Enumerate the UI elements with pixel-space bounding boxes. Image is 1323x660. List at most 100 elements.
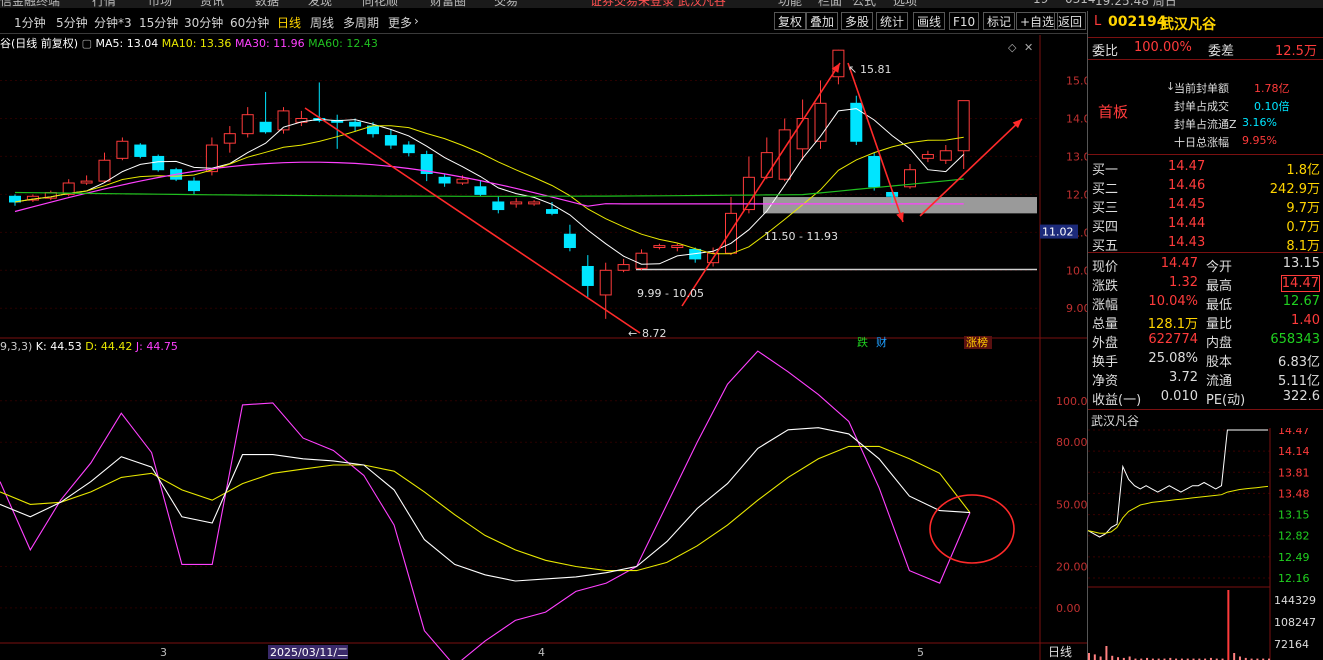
diamond-icon[interactable]: ◇ (1008, 41, 1017, 54)
volume-bar (1128, 656, 1131, 660)
seal-row: 封单占成交 0.10倍 (1088, 97, 1323, 116)
bid-row[interactable]: 买一 14.47 1.8亿 (1088, 158, 1323, 178)
volume-bar (1111, 655, 1114, 660)
top-menu-item[interactable]: 证券交易未登录 武汉凡谷 (590, 0, 726, 8)
top-menu-item[interactable]: 资讯 (200, 0, 224, 8)
price-tick: 13.00 (1066, 150, 1087, 163)
top-menu-item[interactable]: 发现 (308, 0, 332, 8)
seal-value: 1.78亿 (1254, 82, 1290, 95)
seal-label: 封单占成交 (1174, 100, 1229, 113)
price-tick: 10.00 (1066, 264, 1087, 277)
candle-body (456, 178, 469, 184)
candle-body (152, 155, 165, 171)
event-badge[interactable]: 跌 (857, 335, 868, 349)
kdj-tick: 100.00 (1056, 395, 1087, 408)
stat-value: 6.83亿 (1278, 355, 1320, 370)
kdj-lines (0, 350, 1015, 660)
top-menu-item[interactable]: 公式 (852, 0, 876, 8)
candle-body (868, 155, 881, 188)
top-menu-item[interactable]: 交易 (494, 0, 518, 8)
seal-label: 当前封单额 (1174, 82, 1229, 95)
candle-body (528, 201, 541, 205)
stat-value: 1.32 (1169, 275, 1198, 290)
bid-price: 14.45 (1168, 197, 1206, 212)
kline-chart[interactable]: ◇ ✕ 15.0014.0013.0012.0011.0010.009.0011… (0, 11, 1087, 660)
stat-value: 10.04% (1148, 294, 1198, 309)
candle-body (80, 180, 93, 184)
flag-badge: L (1094, 14, 1102, 29)
high-label: 15.81 (860, 63, 892, 76)
top-menu-item[interactable]: 19:25:48 周日 (1095, 0, 1177, 8)
stat-value: 14.47 (1160, 256, 1198, 271)
close-icon[interactable]: ✕ (1024, 41, 1033, 54)
volume-bar (1238, 656, 1241, 660)
stat-label: 涨幅 (1092, 298, 1119, 313)
separator (1088, 154, 1323, 155)
bid-row[interactable]: 买五 14.43 8.1万 (1088, 234, 1323, 254)
separator (1088, 59, 1323, 60)
bid-label: 买二 (1092, 182, 1119, 197)
highlight-circle[interactable] (929, 494, 1015, 564)
top-menu-item[interactable]: 行情 (92, 0, 116, 8)
intraday-chart[interactable]: 14.47 14.14 13.81 13.48 13.15 12.82 12.49 12.16… (1088, 428, 1323, 660)
price-tick: 14.00 (1066, 112, 1087, 125)
volume-bar (1105, 646, 1108, 660)
seal-label: 封单占流通Z (1174, 118, 1237, 131)
volume-bar (1088, 653, 1090, 660)
candle-body (384, 135, 397, 146)
bid-row[interactable]: 买四 14.44 0.7万 (1088, 215, 1323, 235)
bid-volume: 242.9万 (1269, 182, 1320, 197)
stat-value: 25.08% (1148, 351, 1198, 366)
high-marker: ↖ (848, 63, 857, 76)
ma60-line (14, 178, 964, 197)
volume-tick: 108247 (1274, 616, 1316, 629)
stock-name: 武汉凡谷 (1160, 17, 1216, 33)
stat-value: 13.15 (1282, 256, 1320, 271)
stat-label: 外盘 (1092, 336, 1119, 351)
candle-body (134, 144, 147, 157)
event-badge[interactable]: 财 (876, 335, 887, 349)
intraday-tick: 13.81 (1278, 466, 1310, 479)
bid-row[interactable]: 买三 14.45 9.7万 (1088, 196, 1323, 216)
chart-frame: ◇ ✕ (0, 35, 1087, 660)
intraday-tick: 13.48 (1278, 487, 1310, 500)
arrow-head-icon (896, 212, 904, 222)
bid-row[interactable]: 买二 14.46 242.9万 (1088, 177, 1323, 197)
stat-label: 最低 (1206, 298, 1233, 313)
stat-row: 净资 3.72 流通 5.11亿 (1088, 369, 1323, 389)
date-label-cursor: 2025/03/11/二 (270, 646, 348, 659)
intraday-tick: 14.14 (1278, 445, 1310, 458)
top-menu-item[interactable]: 功能 (778, 0, 802, 8)
stat-label: 量比 (1206, 317, 1233, 332)
seal-value: 3.16% (1242, 116, 1277, 129)
top-menu-item[interactable]: 信金融终端 (0, 0, 60, 8)
candle-body (438, 176, 451, 184)
bid-label: 买四 (1092, 220, 1119, 235)
kdj-tick: 0.00 (1056, 602, 1081, 615)
top-menu-item[interactable]: 市场 (148, 0, 172, 8)
top-menu-item[interactable]: 同花顺 (362, 0, 398, 8)
top-menu-item[interactable]: 栏面 (818, 0, 842, 8)
separator (1088, 252, 1323, 253)
top-menu-item[interactable]: 0314 (1065, 0, 1096, 6)
intraday-tick: 14.47 (1278, 428, 1310, 437)
downtrend-line[interactable] (304, 107, 641, 334)
kdj-tick: 80.00 (1056, 436, 1087, 449)
kdj-tick: 20.00 (1056, 561, 1087, 574)
volume-tick: 144329 (1274, 594, 1316, 607)
seal-value: 0.10倍 (1254, 100, 1290, 113)
stat-row: 外盘 622774 内盘 658343 (1088, 331, 1323, 351)
event-badge[interactable]: 涨榜 (966, 335, 988, 349)
stat-row: 换手 25.08% 股本 6.83亿 (1088, 350, 1323, 370)
top-menu-item[interactable]: 数据 (255, 0, 279, 8)
candle-body (116, 140, 129, 159)
price-tick: 9.00 (1066, 302, 1087, 315)
weicha-label: 委差 (1208, 44, 1235, 59)
date-label-5: 5 (917, 646, 924, 659)
top-menu-item[interactable]: 19 (1033, 0, 1048, 6)
candle-body (742, 176, 755, 211)
intraday-tick: 13.15 (1278, 509, 1310, 522)
bid-label: 买一 (1092, 163, 1119, 178)
top-menu-item[interactable]: 财富圈 (430, 0, 466, 8)
top-menu-item[interactable]: 选项 (893, 0, 917, 8)
